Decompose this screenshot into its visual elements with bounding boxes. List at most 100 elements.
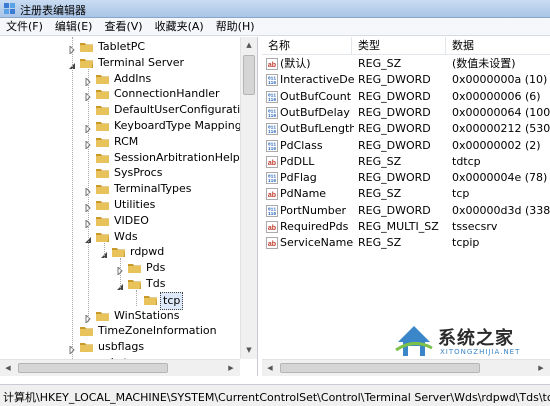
svg-text:110: 110 — [268, 211, 276, 217]
registry-path: 计算机\HKEY_LOCAL_MACHINE\SYSTEM\CurrentCon… — [3, 391, 550, 404]
site-watermark: 系统之家 XITONGZHIJIA.NET — [394, 318, 550, 370]
tree-item-label: KeyboardType Mapping — [114, 119, 242, 132]
list-item[interactable]: 011 110 PdClass REG_DWORD 0x00000002 (2) — [262, 138, 550, 154]
list-item[interactable]: ab PdName REG_SZ tcp — [262, 186, 550, 202]
tree-item-usbflags[interactable]: usbflags — [0, 339, 240, 356]
registry-tree[interactable]: TabletPC Terminal Server AddIns Connecti… — [0, 37, 258, 376]
list-item[interactable]: 011 110 OutBufCount REG_DWORD 0x00000006 (6) — [262, 89, 550, 105]
list-item[interactable]: 011 110 OutBufDelay REG_DWORD 0x00000064 (10… — [262, 105, 550, 121]
value-data: tcp — [452, 187, 470, 201]
menu-file[interactable]: 文件(F) — [0, 18, 49, 36]
menu-help[interactable]: 帮助(H) — [210, 18, 261, 36]
tree-item-label: rdpwd — [130, 245, 165, 259]
window-title: 注册表编辑器 — [20, 4, 86, 17]
tree-hscroll-thumb[interactable] — [18, 363, 168, 373]
tree-item-label: TimeZoneInformation — [98, 324, 217, 338]
scroll-right-icon[interactable]: ▶ — [223, 360, 239, 376]
svg-text:110: 110 — [268, 113, 276, 119]
tree-item-sysprocs[interactable]: SysProcs — [0, 165, 240, 181]
list-header: 名称 类型 数据 — [262, 37, 550, 55]
list-item[interactable]: ab PdDLL REG_SZ tdtcp — [262, 154, 550, 170]
folder-icon — [96, 88, 110, 100]
tree-item-tcp[interactable]: tcp — [0, 291, 240, 310]
binary-value-icon: 011 110 — [266, 90, 278, 103]
svg-text:110: 110 — [268, 97, 276, 103]
list-item[interactable]: 011 110 PdFlag REG_DWORD 0x0000004e (78) — [262, 170, 550, 186]
svg-text:ab: ab — [268, 241, 276, 248]
list-item[interactable]: ab (默认) REG_SZ (数值未设置) — [262, 56, 550, 72]
binary-value-icon: 011 110 — [266, 123, 278, 136]
value-type: REG_DWORD — [358, 73, 431, 87]
menu-view[interactable]: 查看(V) — [98, 18, 148, 36]
tree-item-rcm[interactable]: RCM — [0, 134, 240, 151]
value-name: OutBufLength — [280, 122, 354, 136]
tree-horizontal-scrollbar[interactable]: ◀ ▶ — [0, 359, 240, 376]
list-item[interactable]: ab ServiceName REG_SZ tcpip — [262, 235, 550, 251]
tree-item-terminal-server[interactable]: Terminal Server — [0, 55, 240, 71]
tree-item-terminaltypes[interactable]: TerminalTypes — [0, 181, 240, 198]
column-type[interactable]: 类型 — [352, 37, 446, 55]
tree-item-sessionarbitrationhelper[interactable]: SessionArbitrationHelper — [0, 150, 251, 166]
folder-icon — [80, 41, 94, 53]
folder-open-icon — [144, 294, 158, 306]
value-type: REG_SZ — [358, 57, 402, 70]
column-data[interactable]: 数据 — [446, 37, 550, 55]
tree-vertical-scrollbar[interactable]: ▲ ▼ — [240, 37, 257, 359]
value-data: 0x0000004e (78) — [452, 171, 548, 185]
value-name: PdFlag — [280, 171, 317, 185]
scroll-left-icon[interactable]: ◀ — [262, 360, 278, 376]
title-bar[interactable]: 注册表编辑器 — [0, 0, 550, 18]
tree-item-addins[interactable]: AddIns — [0, 71, 240, 87]
list-item[interactable]: 011110InteractiveDelay REG_DWORD 0x0000000… — [262, 72, 550, 88]
svg-text:ab: ab — [268, 160, 276, 167]
folder-icon — [128, 278, 142, 290]
tree-item-video[interactable]: VIDEO — [0, 213, 240, 230]
value-data: tssecsrv — [452, 220, 498, 233]
tree-item-tabletpc[interactable]: TabletPC — [0, 39, 240, 56]
svg-text:110: 110 — [268, 129, 276, 135]
svg-text:ab: ab — [268, 192, 276, 199]
watermark-subtitle: XITONGZHIJIA.NET — [440, 348, 521, 356]
folder-icon — [96, 310, 110, 322]
folder-icon — [96, 231, 110, 243]
tree-item-defaultuserconfiguration[interactable]: DefaultUserConfiguration — [0, 102, 254, 118]
watermark-title: 系统之家 — [438, 328, 514, 349]
tree-item-keyboardtype-mapping[interactable]: KeyboardType Mapping — [0, 118, 242, 135]
tree-item-wds[interactable]: Wds — [0, 229, 240, 245]
folder-icon — [96, 152, 110, 164]
folder-icon — [96, 136, 110, 148]
tree-scroll-thumb[interactable] — [243, 55, 255, 95]
value-name: InteractiveDelay — [280, 73, 354, 87]
value-data: 0x00000212 (530) — [452, 122, 550, 136]
status-bar: 计算机\HKEY_LOCAL_MACHINE\SYSTEM\CurrentCon… — [0, 384, 550, 406]
column-name[interactable]: 名称 — [262, 37, 352, 55]
value-data: 0x0000000a (10) — [452, 73, 548, 87]
list-item[interactable]: 011 110 PortNumber REG_DWORD 0x00000d3d (338… — [262, 203, 550, 219]
tree-item-timezoneinformation[interactable]: TimeZoneInformation — [0, 323, 240, 339]
menu-edit[interactable]: 编辑(E) — [49, 18, 99, 36]
value-type: REG_SZ — [358, 187, 402, 201]
tree-item-connectionhandler[interactable]: ConnectionHandler — [0, 86, 240, 103]
value-type: REG_DWORD — [358, 89, 431, 103]
scroll-left-icon[interactable]: ◀ — [0, 360, 16, 376]
folder-icon — [96, 167, 110, 179]
string-value-icon: ab — [266, 188, 278, 201]
list-item[interactable]: ab RequiredPds REG_MULTI_SZ tssecsrv — [262, 219, 550, 235]
value-type: REG_DWORD — [358, 138, 431, 152]
tree-item-utilities[interactable]: Utilities — [0, 197, 240, 214]
value-type: REG_SZ — [358, 236, 402, 250]
menu-favorites[interactable]: 收藏夹(A) — [149, 18, 210, 36]
tree-item-winstations[interactable]: WinStations — [0, 308, 240, 324]
binary-value-icon: 011 110 — [266, 204, 278, 217]
tree-item-label: RCM — [114, 134, 139, 148]
svg-text:ab: ab — [268, 62, 276, 69]
list-item[interactable]: 011 110 OutBufLength REG_DWORD 0x00000212 (5… — [262, 121, 550, 137]
value-name: PdName — [280, 187, 327, 201]
value-name: (默认) — [280, 57, 311, 70]
scroll-up-icon[interactable]: ▲ — [241, 37, 257, 53]
scroll-down-icon[interactable]: ▼ — [241, 342, 257, 358]
string-value-icon: ab — [266, 58, 278, 70]
tree-item-label: TabletPC — [98, 40, 146, 53]
value-type: REG_DWORD — [358, 203, 431, 217]
folder-icon — [96, 215, 110, 227]
